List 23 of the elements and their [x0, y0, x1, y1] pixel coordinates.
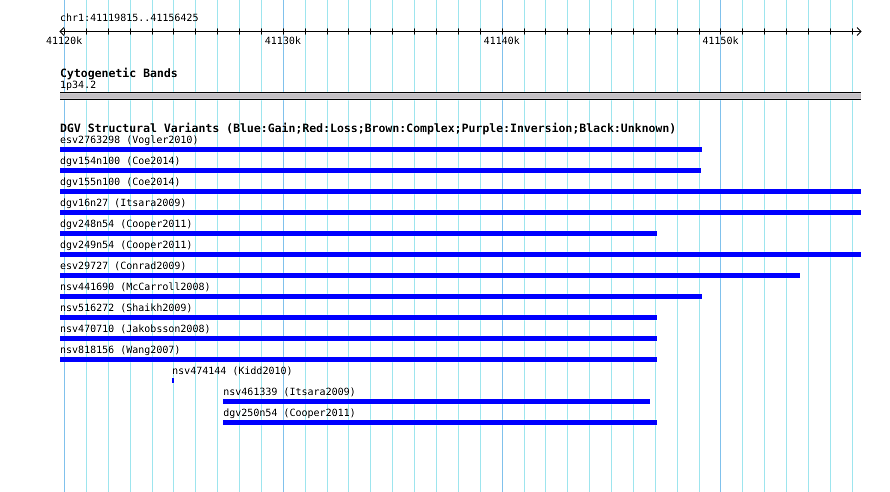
band-label: 1p34.2	[60, 80, 96, 91]
tick-label: 41140k	[484, 36, 520, 47]
variant-label: nsv516272 (Shaikh2009)	[60, 303, 192, 315]
variant-label: esv2763298 (Vogler2010)	[60, 135, 198, 147]
tick-label: 41120k	[46, 36, 82, 47]
tick-label: 41150k	[702, 36, 738, 47]
variant-label: nsv441690 (McCarroll2008)	[60, 282, 211, 294]
variant-label: dgv248n54 (Cooper2011)	[60, 219, 192, 231]
variant-label: esv29727 (Conrad2009)	[60, 261, 186, 273]
variant-label: nsv818156 (Wang2007)	[60, 345, 180, 357]
variant-bar[interactable]	[172, 378, 174, 383]
variant-label: nsv474144 (Kidd2010)	[172, 366, 293, 378]
variant-label: dgv249n54 (Cooper2011)	[60, 240, 192, 252]
tick-label: 41130k	[264, 36, 301, 47]
variant-label: nsv461339 (Itsara2009)	[223, 387, 356, 399]
track-title: DGV Structural Variants (Blue:Gain;Red:Loss;Brown:Complex;Purple:Inversion;Black:Unknown)	[60, 122, 676, 135]
variant-label: dgv250n54 (Cooper2011)	[223, 408, 356, 420]
variant-label: dgv155n100 (Coe2014)	[60, 177, 180, 189]
variant-label: dgv154n100 (Coe2014)	[60, 156, 180, 168]
region-label: chr1:41119815..41156425	[60, 13, 198, 25]
variant-label: dgv16n27 (Itsara2009)	[60, 198, 186, 210]
variant-label: nsv470710 (Jakobsson2008)	[60, 324, 211, 336]
track-title: Cytogenetic Bands	[60, 67, 178, 80]
